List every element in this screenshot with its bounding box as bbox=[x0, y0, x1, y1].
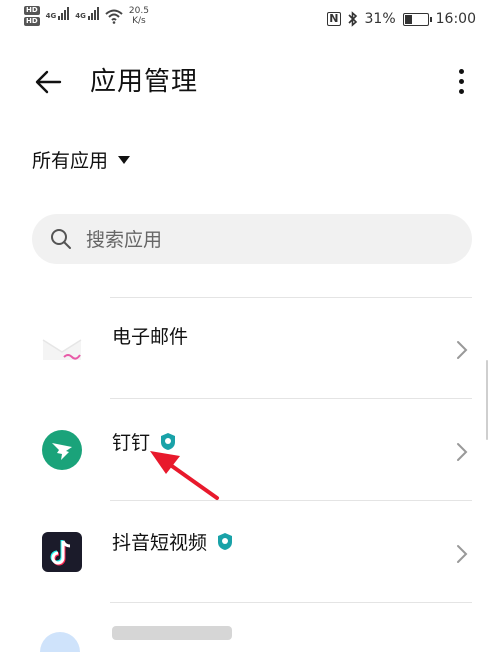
wifi-icon bbox=[105, 9, 123, 24]
more-options-icon[interactable] bbox=[450, 66, 474, 98]
nfc-icon: N bbox=[327, 12, 341, 26]
volte-badges: HD HD bbox=[24, 6, 40, 26]
status-right: N 31% 16:00 bbox=[327, 11, 476, 27]
app-icon-partial bbox=[40, 632, 80, 652]
list-divider bbox=[110, 602, 472, 603]
shield-badge-icon bbox=[218, 533, 233, 550]
list-divider bbox=[110, 398, 472, 399]
app-name: 电子邮件 bbox=[112, 322, 188, 349]
network-type: 4G bbox=[75, 12, 86, 20]
scrollbar[interactable] bbox=[486, 360, 488, 440]
app-filter-dropdown[interactable]: 所有应用 bbox=[32, 146, 131, 173]
signal-icon: 4G bbox=[46, 6, 70, 20]
back-arrow-icon[interactable] bbox=[32, 66, 64, 98]
status-left: HD HD 4G 4G 20.5 K/s bbox=[24, 6, 149, 26]
app-name-label: 钉钉 bbox=[112, 432, 151, 454]
search-input[interactable] bbox=[84, 214, 458, 266]
chevron-right-icon bbox=[457, 341, 468, 359]
app-name-blurred bbox=[112, 626, 232, 640]
page-title: 应用管理 bbox=[90, 67, 199, 97]
envelope-icon bbox=[42, 339, 82, 360]
hd-badge: HD bbox=[24, 17, 40, 26]
battery-percent: 31% bbox=[364, 11, 396, 27]
battery-icon bbox=[402, 12, 432, 26]
hd-badge: HD bbox=[24, 6, 40, 15]
filter-label: 所有应用 bbox=[32, 150, 109, 172]
bluetooth-icon bbox=[347, 11, 357, 27]
chevron-right-icon bbox=[457, 545, 468, 563]
list-divider bbox=[110, 500, 472, 501]
app-bar: 应用管理 bbox=[0, 52, 490, 112]
status-bar: HD HD 4G 4G 20.5 K/s N 31% 16:00 bbox=[0, 0, 490, 40]
search-icon bbox=[51, 229, 71, 249]
app-name: 抖音短视频 bbox=[112, 528, 233, 555]
network-speed: 20.5 K/s bbox=[128, 6, 149, 26]
search-bar[interactable] bbox=[32, 214, 472, 266]
app-row-email[interactable]: 电子邮件 bbox=[0, 298, 490, 398]
chevron-right-icon bbox=[457, 443, 468, 461]
shield-badge-icon bbox=[161, 433, 176, 450]
dropdown-caret-icon bbox=[118, 155, 131, 164]
app-name: 钉钉 bbox=[112, 428, 176, 455]
clock: 16:00 bbox=[435, 11, 476, 27]
network-type: 4G bbox=[45, 12, 57, 20]
app-name-label: 电子邮件 bbox=[112, 326, 189, 348]
app-name-label: 抖音短视频 bbox=[112, 532, 208, 554]
signal-icon: 4G bbox=[75, 6, 99, 20]
dingtalk-icon bbox=[42, 430, 82, 470]
tiktok-icon bbox=[42, 532, 82, 572]
app-row-dingtalk[interactable]: 钉钉 bbox=[0, 400, 490, 500]
app-row-partial[interactable] bbox=[0, 612, 490, 652]
app-row-douyin[interactable]: 抖音短视频 bbox=[0, 502, 490, 602]
